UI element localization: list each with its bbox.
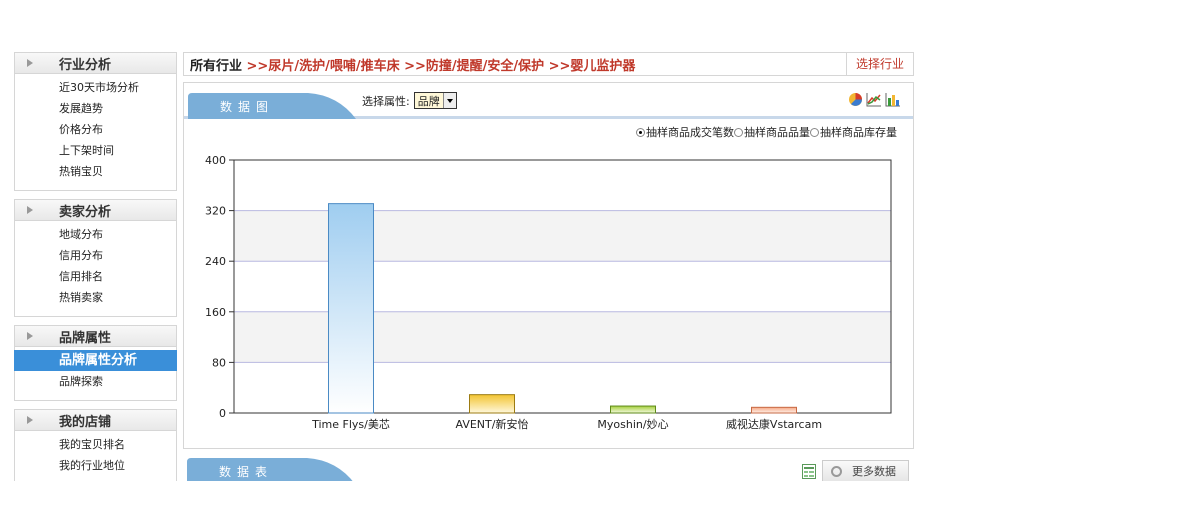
- sidebar-item-credit-rank[interactable]: 信用排名: [15, 266, 176, 287]
- sidebar-item-my-position[interactable]: 我的行业地位: [15, 455, 176, 476]
- more-data-area: 更多数据: [802, 460, 909, 482]
- x-tick-label: AVENT/新安怡: [456, 417, 529, 431]
- breadcrumb-root[interactable]: 所有行业: [190, 59, 242, 74]
- y-tick-label: 240: [205, 255, 226, 268]
- sidebar-header-myshop[interactable]: 我的店铺: [15, 410, 176, 431]
- bar: [328, 203, 374, 414]
- sidebar-section-industry: 行业分析 近30天市场分析 发展趋势 价格分布 上下架时间 热销宝贝: [14, 52, 177, 191]
- gear-icon: [831, 465, 842, 477]
- more-data-label: 更多数据: [852, 465, 896, 478]
- sidebar-item-brand-analysis[interactable]: 品牌属性分析: [14, 350, 177, 371]
- sidebar-header-seller[interactable]: 卖家分析: [15, 200, 176, 221]
- bar: [610, 405, 656, 414]
- breadcrumb-path[interactable]: >>尿片/洗护/喂哺/推车床 >>防撞/提醒/安全/保护 >>婴儿监护器: [242, 59, 636, 74]
- sidebar-item-my-rank[interactable]: 我的宝贝排名: [15, 434, 176, 455]
- sidebar: 行业分析 近30天市场分析 发展趋势 价格分布 上下架时间 热销宝贝 卖家分析 …: [14, 52, 177, 493]
- breadcrumb-text: 所有行业 >>尿片/洗护/喂哺/推车床 >>防撞/提醒/安全/保护 >>婴儿监护…: [184, 55, 846, 74]
- bottom-blank: [0, 481, 1200, 513]
- sidebar-header-label: 卖家分析: [59, 204, 112, 220]
- sidebar-header-brand[interactable]: 品牌属性: [15, 326, 176, 347]
- y-tick-label: 160: [205, 306, 226, 319]
- y-tick-label: 80: [212, 356, 226, 369]
- triangle-right-icon: [27, 59, 33, 67]
- bar-chart: 0 80 160 240 320 400 Time Flys/美芯 AVENT/新安怡 Myos…: [205, 154, 892, 431]
- x-tick-label: Myoshin/妙心: [597, 417, 668, 431]
- sidebar-item-price[interactable]: 价格分布: [15, 119, 176, 140]
- excel-export-icon[interactable]: [802, 463, 816, 479]
- sidebar-item-brand-explore[interactable]: 品牌探索: [15, 371, 176, 392]
- x-tick-label: Time Flys/美芯: [311, 417, 390, 431]
- x-tick-label: 威视达康Vstarcam: [726, 417, 822, 431]
- sidebar-item-hot-items[interactable]: 热销宝贝: [15, 161, 176, 182]
- sidebar-section-seller: 卖家分析 地域分布 信用分布 信用排名 热销卖家: [14, 199, 177, 317]
- sidebar-item-listing-time[interactable]: 上下架时间: [15, 140, 176, 161]
- more-data-button[interactable]: 更多数据: [822, 460, 909, 482]
- sidebar-section-myshop: 我的店铺 我的宝贝排名 我的行业地位: [14, 409, 177, 485]
- bar: [751, 406, 797, 414]
- sidebar-item-trend[interactable]: 发展趋势: [15, 98, 176, 119]
- bar: [469, 394, 515, 414]
- tab-table-label: 数据表: [219, 465, 274, 479]
- triangle-right-icon: [27, 332, 33, 340]
- select-industry-button[interactable]: 选择行业: [846, 53, 913, 75]
- triangle-right-icon: [27, 416, 33, 424]
- sidebar-item-market-30d[interactable]: 近30天市场分析: [15, 77, 176, 98]
- sidebar-section-brand: 品牌属性 品牌属性分析 品牌探索: [14, 325, 177, 401]
- triangle-right-icon: [27, 206, 33, 214]
- chart-panel: 数据图 选择属性: 品牌 抽样商品成交笔数 抽样商品品量 抽样商品库存量 0 8…: [183, 82, 914, 449]
- y-tick-label: 320: [205, 205, 226, 218]
- sidebar-header-label: 行业分析: [59, 57, 112, 73]
- y-tick-label: 400: [205, 154, 226, 167]
- sidebar-item-credit-dist[interactable]: 信用分布: [15, 245, 176, 266]
- breadcrumb: 所有行业 >>尿片/洗护/喂哺/推车床 >>防撞/提醒/安全/保护 >>婴儿监护…: [183, 52, 914, 76]
- sidebar-header-label: 品牌属性: [59, 330, 112, 346]
- y-tick-label: 0: [219, 407, 226, 420]
- sidebar-header-label: 我的店铺: [59, 414, 112, 430]
- sidebar-header-industry[interactable]: 行业分析: [15, 53, 176, 74]
- sidebar-item-hot-sellers[interactable]: 热销卖家: [15, 287, 176, 308]
- page: 行业分析 近30天市场分析 发展趋势 价格分布 上下架时间 热销宝贝 卖家分析 …: [0, 0, 1200, 513]
- sidebar-item-region[interactable]: 地域分布: [15, 224, 176, 245]
